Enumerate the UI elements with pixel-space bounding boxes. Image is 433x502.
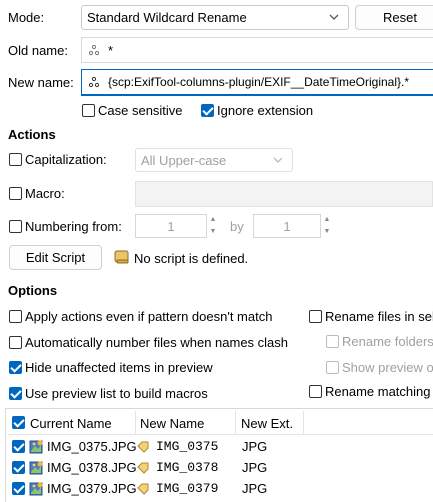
stepper-up-icon: ▲ [209, 216, 217, 223]
tag-icon [137, 478, 149, 499]
tag-icon [137, 436, 149, 457]
new-name-input[interactable]: {scp:ExifTool-columns-plugin/EXIF__DateT… [81, 69, 433, 96]
numbering-by-stepper[interactable]: ▲ ▼ [321, 214, 333, 238]
current-name-cell: IMG_0375.JPG [47, 439, 137, 454]
row-checkbox[interactable] [12, 482, 25, 495]
capitalization-select-value: All Upper-case [141, 152, 227, 168]
show-preview-label: Show preview o [342, 360, 433, 375]
ignore-extension-checkbox[interactable] [201, 104, 214, 117]
script-status: No script is defined. [134, 251, 249, 266]
new-ext-cell: JPG [242, 439, 268, 454]
chevron-down-icon [329, 14, 339, 20]
rename-matching-checkbox[interactable] [309, 385, 322, 398]
wildcard-icon [88, 76, 100, 88]
mode-select-value: Standard Wildcard Rename [87, 10, 247, 25]
chevron-down-icon [273, 157, 283, 163]
new-ext-cell: JPG [242, 481, 268, 496]
new-name-cell: IMG_0378 [156, 460, 219, 475]
auto-number-label: Automatically number files when names cl… [25, 335, 289, 350]
image-file-icon [28, 436, 44, 457]
new-ext-cell: JPG [242, 460, 268, 475]
script-icon [114, 250, 129, 264]
old-name-input[interactable]: * [81, 37, 433, 63]
numbering-from-input[interactable]: 1 [135, 214, 207, 238]
row-checkbox[interactable] [12, 461, 25, 474]
use-preview-checkbox[interactable] [9, 387, 22, 400]
tag-icon [137, 457, 149, 478]
rename-folders-label: Rename folders [342, 334, 433, 349]
current-name-cell: IMG_0378.JPG [47, 460, 137, 475]
macro-checkbox[interactable] [9, 187, 22, 200]
macro-label: Macro: [25, 186, 65, 201]
current-name-cell: IMG_0379.JPG [47, 481, 137, 496]
edit-script-button[interactable]: Edit Script [9, 245, 102, 270]
stepper-up-icon: ▲ [323, 216, 331, 223]
image-file-icon [28, 478, 44, 499]
new-name-value: {scp:ExifTool-columns-plugin/EXIF__DateT… [108, 75, 410, 89]
rename-matching-label: Rename matching [325, 384, 431, 399]
stepper-down-icon: ▼ [323, 228, 331, 235]
table-row[interactable]: IMG_0378.JPG IMG_0378 JPG [8, 457, 433, 478]
capitalization-checkbox[interactable] [9, 153, 22, 166]
hide-unaffected-checkbox[interactable] [9, 361, 22, 374]
new-name-cell: IMG_0379 [156, 481, 219, 496]
numbering-label: Numbering from: [25, 219, 122, 234]
actions-heading: Actions [8, 127, 56, 142]
new-name-label: New name: [8, 75, 74, 90]
numbering-checkbox[interactable] [9, 220, 22, 233]
new-name-cell: IMG_0375 [156, 439, 219, 454]
numbering-from-value: 1 [167, 218, 175, 234]
numbering-by-input[interactable]: 1 [253, 214, 321, 238]
table-row[interactable]: IMG_0379.JPG IMG_0379 JPG [8, 478, 433, 499]
numbering-from-stepper[interactable]: ▲ ▼ [207, 214, 219, 238]
mode-label: Mode: [8, 10, 45, 25]
apply-even-checkbox[interactable] [9, 310, 22, 323]
macro-select[interactable] [135, 181, 433, 207]
auto-number-checkbox[interactable] [9, 336, 22, 349]
column-header-new-ext[interactable]: New Ext. [236, 411, 304, 435]
column-header-new-name[interactable]: New Name [136, 411, 236, 435]
mode-select[interactable]: Standard Wildcard Rename [81, 5, 349, 30]
capitalization-label: Capitalization: [25, 152, 107, 167]
case-sensitive-checkbox[interactable] [82, 104, 95, 117]
column-header-current-name[interactable]: Current Name [8, 411, 136, 435]
table-row[interactable]: IMG_0375.JPG IMG_0375 JPG [8, 436, 433, 457]
ignore-extension-label: Ignore extension [217, 103, 314, 118]
hide-unaffected-label: Hide unaffected items in preview [25, 360, 213, 375]
old-name-label: Old name: [8, 43, 68, 58]
numbering-by-value: 1 [283, 218, 291, 234]
rename-files-in-checkbox[interactable] [309, 310, 322, 323]
show-preview-checkbox[interactable] [326, 361, 339, 374]
options-heading: Options [8, 283, 58, 298]
apply-even-label: Apply actions even if pattern doesn't ma… [25, 309, 273, 324]
use-preview-label: Use preview list to build macros [25, 386, 208, 401]
stepper-down-icon: ▼ [209, 228, 217, 235]
rename-files-in-label: Rename files in sel [325, 309, 433, 324]
case-sensitive-label: Case sensitive [98, 103, 183, 118]
capitalization-select[interactable]: All Upper-case [135, 148, 293, 172]
numbering-by-label: by [230, 219, 244, 234]
rename-folders-checkbox[interactable] [326, 335, 339, 348]
image-file-icon [28, 457, 44, 478]
row-checkbox[interactable] [12, 440, 25, 453]
table-header: Current Name New Name New Ext. [8, 411, 433, 435]
old-name-value: * [108, 42, 114, 58]
reset-button[interactable]: Reset [355, 5, 433, 30]
wildcard-icon [88, 44, 100, 56]
